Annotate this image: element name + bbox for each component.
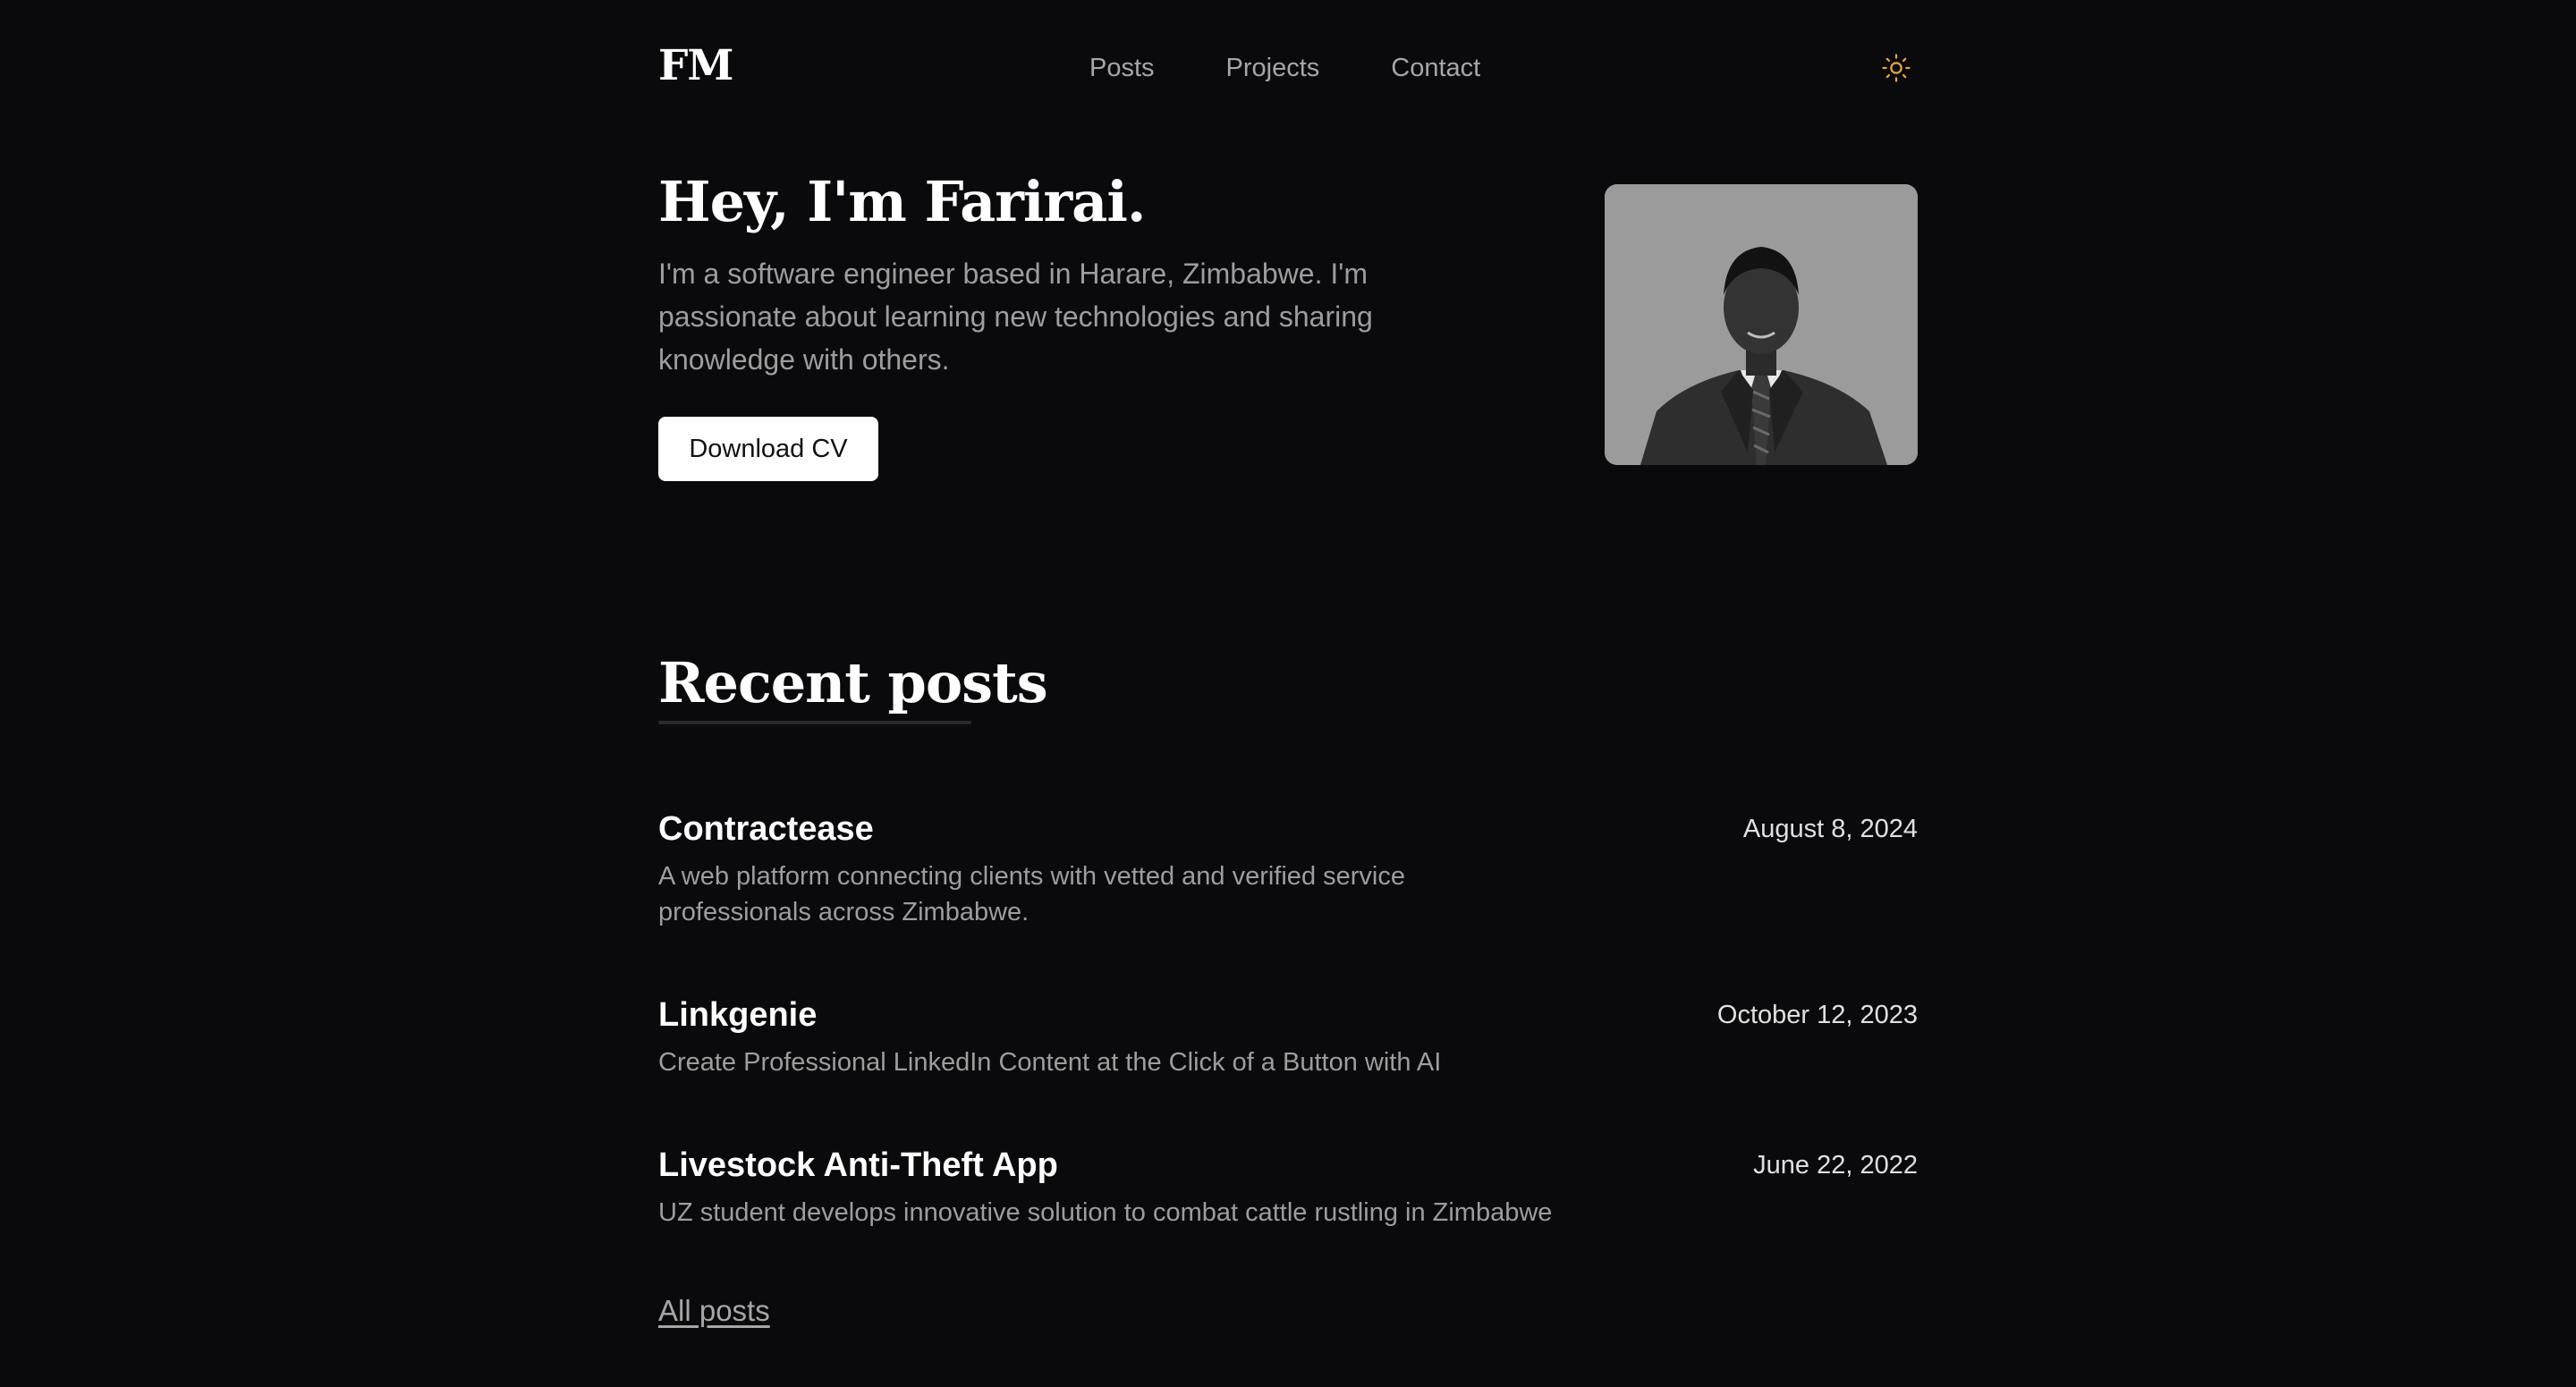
hero-description: I'm a software engineer based in Harare,… (658, 258, 1373, 376)
nav-link-projects[interactable]: Projects (1226, 50, 1320, 86)
page-container: FM Posts Projects Contact Hey, I'm Farir… (658, 0, 1918, 1387)
profile-photo (1605, 184, 1918, 465)
post-title[interactable]: Contractease (658, 807, 874, 851)
post-description: Create Professional LinkedIn Content at … (658, 1048, 1442, 1077)
post-date: June 22, 2022 (1753, 1151, 1918, 1180)
theme-toggle-button[interactable] (1875, 47, 1918, 89)
recent-posts-heading: Recent posts (658, 650, 1048, 715)
portrait-illustration (1605, 184, 1918, 465)
main-nav: Posts Projects Contact (1089, 50, 1480, 86)
download-cv-button[interactable]: Download CV (658, 417, 878, 481)
post-date: October 12, 2023 (1716, 1001, 1918, 1029)
nav-link-posts[interactable]: Posts (1089, 50, 1155, 86)
all-posts-link[interactable]: All posts (658, 1291, 770, 1331)
post-date: August 8, 2024 (1742, 815, 1918, 843)
post-description: A web platform connecting clients with v… (658, 862, 1405, 926)
hero-title: Hey, I'm Farirai. (658, 169, 1146, 234)
post-description: UZ student develops innovative solution … (658, 1198, 1553, 1227)
post-title[interactable]: Linkgenie (658, 993, 817, 1037)
post-title[interactable]: Livestock Anti-Theft App (658, 1143, 1058, 1188)
heading-underline (658, 721, 971, 724)
sun-icon (1882, 54, 1911, 82)
site-header: FM Posts Projects Contact (658, 0, 1918, 136)
site-logo[interactable]: FM (658, 39, 733, 93)
nav-link-contact[interactable]: Contact (1391, 50, 1480, 86)
